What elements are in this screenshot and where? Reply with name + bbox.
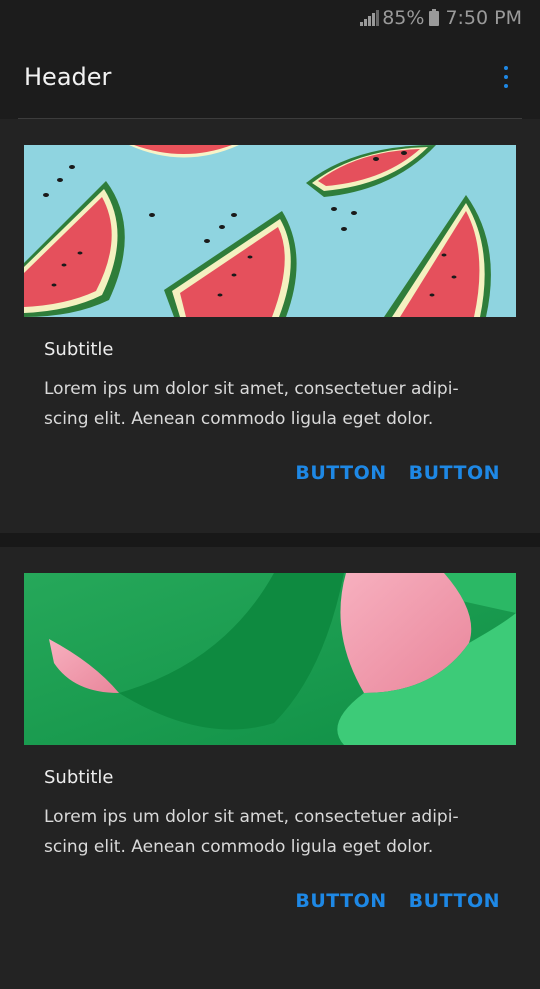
card: Subtitle Lorem ips um dolor sit amet, co… [0, 119, 540, 533]
card-separator [0, 533, 540, 547]
card-action-button-1[interactable]: BUTTON [295, 462, 386, 484]
card: Subtitle Lorem ips um dolor sit amet, co… [0, 547, 540, 989]
clock: 7:50 PM [445, 7, 522, 29]
card-subtitle: Subtitle [44, 339, 114, 360]
card-actions: BUTTON BUTTON [24, 462, 516, 484]
card-actions: BUTTON BUTTON [24, 890, 516, 912]
card-body: Lorem ips um dolor sit amet, consectetue… [44, 807, 459, 857]
page-title: Header [24, 63, 112, 91]
abstract-green-pink-image [24, 573, 516, 745]
card-action-button-1[interactable]: BUTTON [295, 890, 386, 912]
signal-icon [360, 10, 380, 26]
status-bar: 85% 7:50 PM [0, 0, 540, 36]
app-bar: Header [0, 36, 540, 118]
card-action-button-2[interactable]: BUTTON [409, 462, 500, 484]
watermelon-image [24, 145, 516, 317]
more-vert-icon[interactable] [496, 62, 516, 92]
battery-icon [429, 8, 440, 26]
battery-percentage: 85% [382, 7, 425, 29]
card-subtitle: Subtitle [44, 767, 114, 788]
card-action-button-2[interactable]: BUTTON [409, 890, 500, 912]
card-body: Lorem ips um dolor sit amet, consectetue… [44, 379, 459, 429]
